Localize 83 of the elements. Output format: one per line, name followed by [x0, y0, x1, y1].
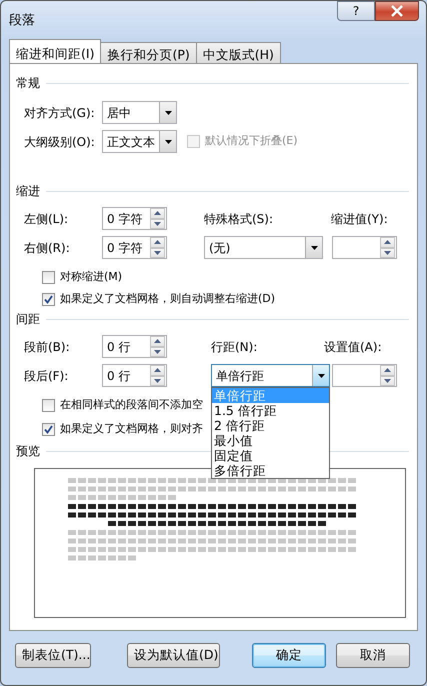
up-arrow-icon [154, 240, 161, 244]
spin-up-button[interactable] [380, 237, 395, 248]
spin-field[interactable]: 0 字符 [102, 207, 167, 230]
up-arrow-icon [154, 339, 161, 344]
down-arrow-icon [154, 350, 161, 354]
dropdown-button[interactable] [159, 131, 176, 152]
checkbox-label: 如果定义了文档网格，则对齐 [60, 420, 203, 437]
checkbox[interactable] [42, 398, 55, 412]
close-icon [390, 5, 404, 17]
spin-up-button[interactable] [380, 365, 395, 376]
spin-field[interactable] [332, 364, 397, 387]
spin-down-button[interactable] [150, 218, 165, 229]
spin-down-button[interactable] [150, 376, 165, 386]
checkbox-label: 在相同样式的段落间不添加空 [60, 396, 203, 413]
field-label: 段后(F): [24, 368, 70, 384]
dropdown[interactable]: 正文文本 [102, 130, 177, 153]
tab[interactable]: 换行和分页(P) [100, 42, 197, 63]
dropdown-button[interactable] [305, 237, 322, 258]
spin-up-button[interactable] [150, 336, 165, 346]
checkbox[interactable] [42, 270, 55, 284]
spin-field[interactable]: 0 行 [102, 335, 167, 358]
caret-icon [310, 246, 318, 250]
dropdown-option[interactable]: 最小值 [212, 433, 329, 448]
down-arrow-icon [384, 378, 391, 383]
window-title: 段落 [8, 12, 35, 30]
checkbox-label: 对称缩进(M) [60, 268, 122, 285]
dialog-button[interactable]: 设为默认值(D) [127, 643, 220, 668]
tab[interactable]: 中文版式(H) [196, 42, 281, 63]
dropdown-option[interactable]: 固定值 [212, 448, 329, 463]
field-label: 段前(B): [24, 338, 71, 356]
spin-field[interactable]: 0 字符 [102, 236, 167, 259]
checkbox[interactable] [42, 422, 55, 436]
dialog-button[interactable]: 制表位(T)... [15, 643, 91, 668]
dropdown-button[interactable] [159, 102, 176, 123]
down-arrow-icon [154, 250, 161, 255]
spin-down-button[interactable] [150, 248, 165, 258]
dropdown[interactable]: 居中 [102, 101, 177, 124]
caret-icon [164, 140, 172, 144]
spin-down-button[interactable] [150, 346, 165, 357]
down-arrow-icon [154, 378, 161, 383]
close-button[interactable] [375, 1, 419, 21]
down-arrow-icon [384, 250, 391, 255]
field-label: 特殊格式(S): [204, 210, 274, 228]
section-title: 预览 [16, 443, 40, 460]
spin-up-button[interactable] [150, 365, 165, 376]
field-label: 缩进值(Y): [331, 210, 389, 228]
up-arrow-icon [384, 368, 391, 372]
down-arrow-icon [154, 222, 161, 226]
spin-down-button[interactable] [380, 248, 395, 258]
spin-field[interactable] [332, 236, 397, 259]
field-label: 行距(N): [211, 338, 258, 356]
section-title: 缩进 [16, 183, 40, 200]
field-label: 设置值(A): [324, 338, 383, 356]
tab[interactable]: 缩进和间距(I) [9, 39, 102, 63]
help-button[interactable]: ? [337, 1, 375, 21]
dropdown[interactable]: 单倍行距 [211, 364, 330, 387]
spin-field[interactable]: 0 行 [102, 364, 167, 387]
caret-icon [318, 374, 324, 378]
caret-icon [164, 110, 172, 114]
field-label: 对齐方式(G): [24, 104, 96, 122]
up-arrow-icon [154, 211, 161, 216]
checkbox[interactable] [42, 292, 55, 306]
spin-up-button[interactable] [150, 208, 165, 218]
dropdown-option[interactable]: 多倍行距 [212, 463, 329, 478]
spin-up-button[interactable] [150, 237, 165, 248]
field-label: 大纲级别(O): [24, 134, 96, 150]
checkbox-label: 如果定义了文档网格，则自动调整右缩进(D) [60, 290, 276, 307]
checkmark-icon [44, 424, 53, 434]
up-arrow-icon [154, 368, 161, 372]
dialog-button[interactable]: 确定 [252, 643, 326, 668]
dropdown-option[interactable]: 1.5 倍行距 [212, 403, 329, 418]
field-label: 左侧(L): [24, 210, 70, 228]
checkbox-label: 默认情况下折叠(E) [205, 133, 298, 150]
dropdown[interactable]: (无) [204, 236, 323, 259]
dropdown-button[interactable] [312, 365, 329, 386]
field-label: 右侧(R): [24, 240, 71, 256]
section-title: 常规 [16, 75, 40, 92]
dialog-button[interactable]: 取消 [336, 643, 410, 668]
section-title: 间距 [16, 311, 40, 328]
dropdown-option[interactable]: 2 倍行距 [212, 418, 329, 433]
up-arrow-icon [384, 240, 391, 244]
checkmark-icon [44, 294, 53, 304]
spin-down-button[interactable] [380, 376, 395, 386]
